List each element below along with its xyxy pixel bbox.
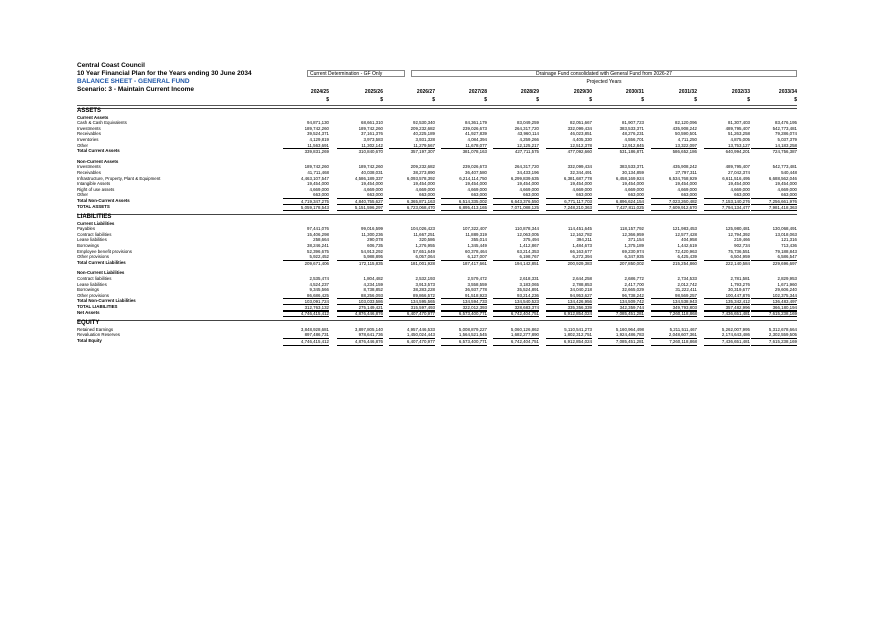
currency-label: $: [326, 97, 329, 103]
year-header: 2033/34 $: [751, 88, 797, 104]
cell-value: 7,615,238,169: [751, 337, 797, 346]
currency-label: $: [380, 97, 383, 103]
cell-value: 6,407,470,977: [389, 337, 435, 346]
cell-value: 6,742,404,751: [493, 337, 539, 346]
year-label: 2025/26: [364, 89, 383, 95]
plan-title: 10 Year Financial Plan for the Years end…: [77, 70, 252, 77]
year-header: 2032/33 $: [704, 88, 750, 104]
projected-years-label: Projected Years: [586, 79, 622, 85]
currency-label: $: [694, 97, 697, 103]
year-label: 2029/30: [573, 89, 592, 95]
currency-label: $: [641, 97, 644, 103]
year-header: 2029/30 $: [546, 88, 592, 104]
year-label: 2027/28: [468, 89, 487, 95]
year-header: 2028/29 $: [493, 88, 539, 104]
currency-label: $: [794, 97, 797, 103]
drainage-fund-header: Drainage Fund consolidated with General …: [411, 70, 797, 77]
currency-label: $: [536, 97, 539, 103]
sheet-title: BALANCE SHEET - GENERAL FUND: [77, 78, 190, 85]
cell-value: 4,746,415,412: [283, 337, 329, 346]
year-label: 2031/32: [678, 89, 697, 95]
cell-value: 4,876,446,876: [337, 337, 383, 346]
currency-label: $: [484, 97, 487, 103]
year-label: 2026/27: [416, 89, 435, 95]
cell-value: 7,436,651,481: [704, 337, 750, 346]
cell-value: 6,573,400,771: [441, 337, 487, 346]
year-header: 2031/32 $: [651, 88, 697, 104]
currency-label: $: [747, 97, 750, 103]
cell-value: 7,085,451,281: [598, 337, 644, 346]
table-row: Total Equity 4,746,415,412 4,876,446,876 6,…: [77, 337, 797, 346]
org-name: Central Coast Council: [77, 62, 145, 69]
year-header: 2024/25 $: [283, 88, 329, 104]
header-divider: [77, 105, 797, 106]
year-label: 2033/34: [778, 89, 797, 95]
year-header: 2025/26 $: [337, 88, 383, 104]
year-label: 2028/29: [520, 89, 539, 95]
year-label: 2030/31: [625, 89, 644, 95]
balance-sheet-rows: ASSETS Current Assets Cash & Cash Equivale…: [77, 108, 797, 346]
currency-label: $: [589, 97, 592, 103]
year-header-row: 2024/25 $2025/26 $2026/27 $2027/28 $2028/29 $…: [77, 88, 797, 105]
row-label: Total Equity: [77, 337, 102, 343]
year-header: 2027/28 $: [441, 88, 487, 104]
cell-value: 7,260,118,868: [651, 337, 697, 346]
year-label: 2024/25: [310, 89, 329, 95]
currency-label: $: [432, 97, 435, 103]
year-header: 2030/31 $: [598, 88, 644, 104]
year-label: 2032/33: [731, 89, 750, 95]
current-determination-header: Current Determination - GF Only: [307, 70, 405, 77]
cell-value: 6,912,854,024: [546, 337, 592, 346]
year-header: 2026/27 $: [389, 88, 435, 104]
